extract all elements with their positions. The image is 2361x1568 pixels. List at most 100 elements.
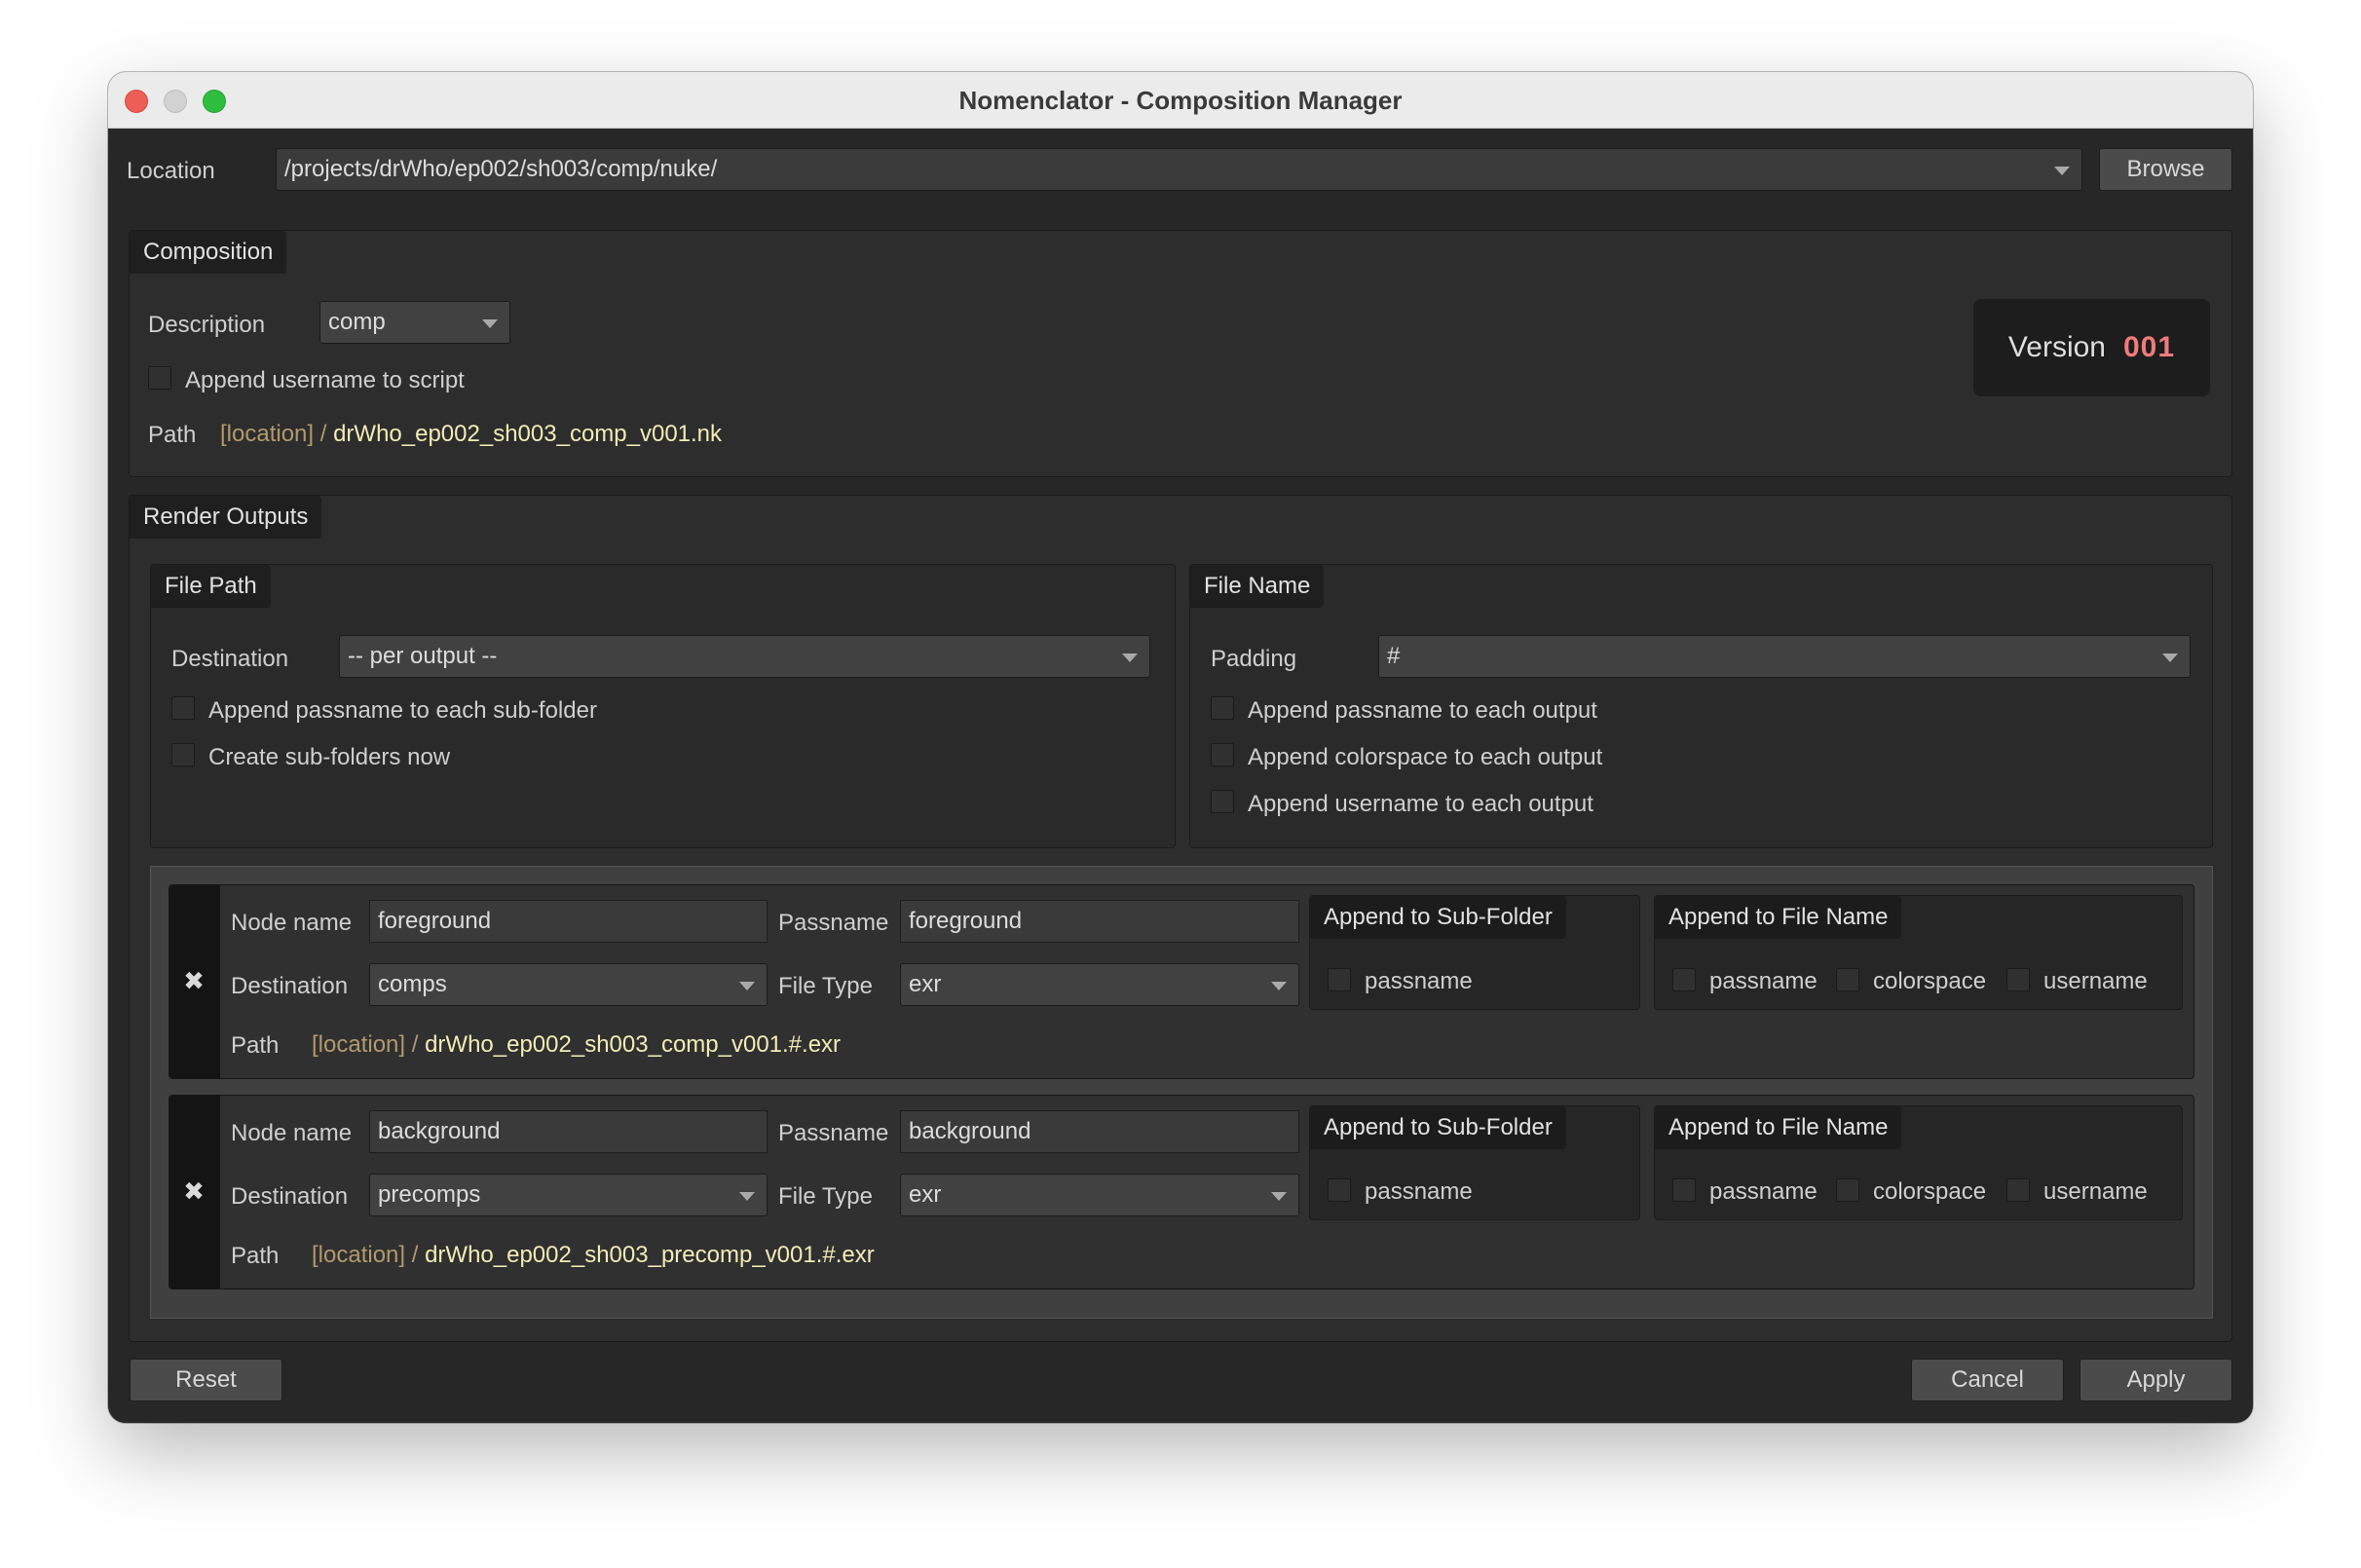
append-filename-tab: Append to File Name [1655,1106,1902,1149]
output-path: [location] / drWho_ep002_sh003_precomp_v… [312,1242,875,1269]
append-subfolder-group: Append to Sub-Folder passname [1309,1105,1640,1220]
composition-tab: Composition [130,231,287,274]
padding-value: # [1387,643,1401,669]
file-path-tab: File Path [151,565,271,608]
create-subfolders-label: Create sub-folders now [208,744,451,770]
node-name-label: Node name [231,910,353,936]
output-row-handle[interactable]: ✖ [169,1096,220,1288]
node-name-input[interactable]: background [369,1110,768,1153]
description-value: comp [328,309,386,335]
append-passname-subfolder-checkbox[interactable] [171,696,195,720]
output-destination-label: Destination [231,973,349,999]
file-type-value: exr [909,1181,942,1208]
output-destination-combo[interactable]: precomps [369,1174,768,1216]
passname-input[interactable]: background [900,1110,1299,1153]
append-filename-tab: Append to File Name [1655,896,1902,939]
chevron-down-icon [1122,653,1138,662]
title-bar: Nomenclator - Composition Manager [108,72,2253,129]
file-type-value: exr [909,971,942,997]
composition-path: [location] / drWho_ep002_sh003_comp_v001… [220,421,722,448]
append-colorspace-output-checkbox[interactable] [1211,743,1234,766]
passname-input[interactable]: foreground [900,900,1299,943]
cancel-button[interactable]: Cancel [1911,1359,2064,1401]
path-location: [location] / [220,421,327,447]
file-type-combo[interactable]: exr [900,963,1299,1006]
append-username-script-label: Append username to script [185,367,465,393]
composition-path-label: Path [148,422,197,448]
file-type-combo[interactable]: exr [900,1174,1299,1216]
filename-colorspace-checkbox[interactable] [1836,968,1859,991]
output-path-label: Path [231,1032,280,1059]
file-type-label: File Type [778,973,873,999]
file-path-group: File Path Destination -- per output -- A… [150,564,1176,848]
create-subfolders-checkbox[interactable] [171,743,195,766]
append-username-script-checkbox[interactable] [148,366,171,390]
output-destination-value: precomps [378,1181,481,1208]
filename-username-checkbox[interactable] [2006,968,2030,991]
reset-button[interactable]: Reset [130,1359,282,1401]
app-window: Nomenclator - Composition Manager Locati… [108,72,2253,1423]
append-username-output-checkbox[interactable] [1211,790,1234,813]
filename-colorspace-label: colorspace [1873,968,1987,994]
chevron-down-icon [739,1192,755,1201]
append-subfolder-group: Append to Sub-Folder passname [1309,895,1640,1010]
description-label: Description [148,312,266,338]
filename-passname-label: passname [1709,968,1818,994]
filename-passname-checkbox[interactable] [1672,1178,1696,1202]
window-title: Nomenclator - Composition Manager [958,86,1403,115]
filename-username-label: username [2043,968,2148,994]
padding-label: Padding [1211,646,1297,672]
append-username-output-label: Append username to each output [1248,791,1593,817]
filename-colorspace-label: colorspace [1873,1178,1987,1205]
output-destination-value: comps [378,971,447,997]
output-row: ✖ Node name background Passname backgrou… [169,1095,2194,1289]
filename-colorspace-checkbox[interactable] [1836,1178,1859,1202]
file-name-group: File Name Padding # Append passname to e… [1189,564,2213,848]
output-path: [location] / drWho_ep002_sh003_comp_v001… [312,1031,841,1059]
node-name-label: Node name [231,1120,353,1146]
chevron-down-icon [2054,167,2070,175]
location-label: Location [127,158,215,184]
append-passname-output-checkbox[interactable] [1211,696,1234,720]
append-subfolder-tab: Append to Sub-Folder [1310,896,1566,939]
outputs-list[interactable]: ✖ Node name foreground Passname foregrou… [150,866,2213,1319]
chevron-down-icon [739,982,755,990]
file-path-destination-label: Destination [171,646,289,672]
subfolder-passname-checkbox[interactable] [1328,1178,1351,1202]
append-subfolder-tab: Append to Sub-Folder [1310,1106,1566,1149]
chevron-down-icon [1271,1192,1287,1201]
output-row: ✖ Node name foreground Passname foregrou… [169,884,2194,1079]
filename-username-checkbox[interactable] [2006,1178,2030,1202]
description-combo[interactable]: comp [319,301,510,344]
file-name-tab: File Name [1190,565,1325,608]
close-x-icon[interactable]: ✖ [182,1178,206,1204]
version-display: Version 001 [1973,299,2210,396]
filename-passname-checkbox[interactable] [1672,968,1696,991]
path-file: drWho_ep002_sh003_comp_v001.#.exr [425,1031,842,1058]
browse-button[interactable]: Browse [2099,148,2232,191]
file-path-destination-combo[interactable]: -- per output -- [339,635,1150,678]
file-type-label: File Type [778,1183,873,1210]
path-file: drWho_ep002_sh003_precomp_v001.#.exr [425,1242,875,1268]
append-colorspace-output-label: Append colorspace to each output [1248,744,1603,770]
subfolder-passname-label: passname [1365,1178,1473,1205]
append-passname-subfolder-label: Append passname to each sub-folder [208,697,597,724]
subfolder-passname-checkbox[interactable] [1328,968,1351,991]
append-passname-output-label: Append passname to each output [1248,697,1597,724]
render-outputs-group: Render Outputs File Path Destination -- … [129,495,2232,1342]
location-combo[interactable]: /projects/drWho/ep002/sh003/comp/nuke/ [276,148,2082,191]
output-row-handle[interactable]: ✖ [169,885,220,1078]
close-x-icon[interactable]: ✖ [182,968,206,993]
main-content: Location /projects/drWho/ep002/sh003/com… [108,129,2253,1423]
chevron-down-icon [2162,653,2178,662]
padding-combo[interactable]: # [1378,635,2191,678]
node-name-input[interactable]: foreground [369,900,768,943]
passname-label: Passname [778,910,889,936]
append-filename-group: Append to File Name passname colorspace … [1654,895,2183,1010]
render-outputs-tab: Render Outputs [130,496,322,539]
chevron-down-icon [1271,982,1287,990]
append-filename-group: Append to File Name passname colorspace … [1654,1105,2183,1220]
output-destination-combo[interactable]: comps [369,963,768,1006]
apply-button[interactable]: Apply [2080,1359,2232,1401]
path-file: drWho_ep002_sh003_comp_v001.nk [333,421,723,447]
